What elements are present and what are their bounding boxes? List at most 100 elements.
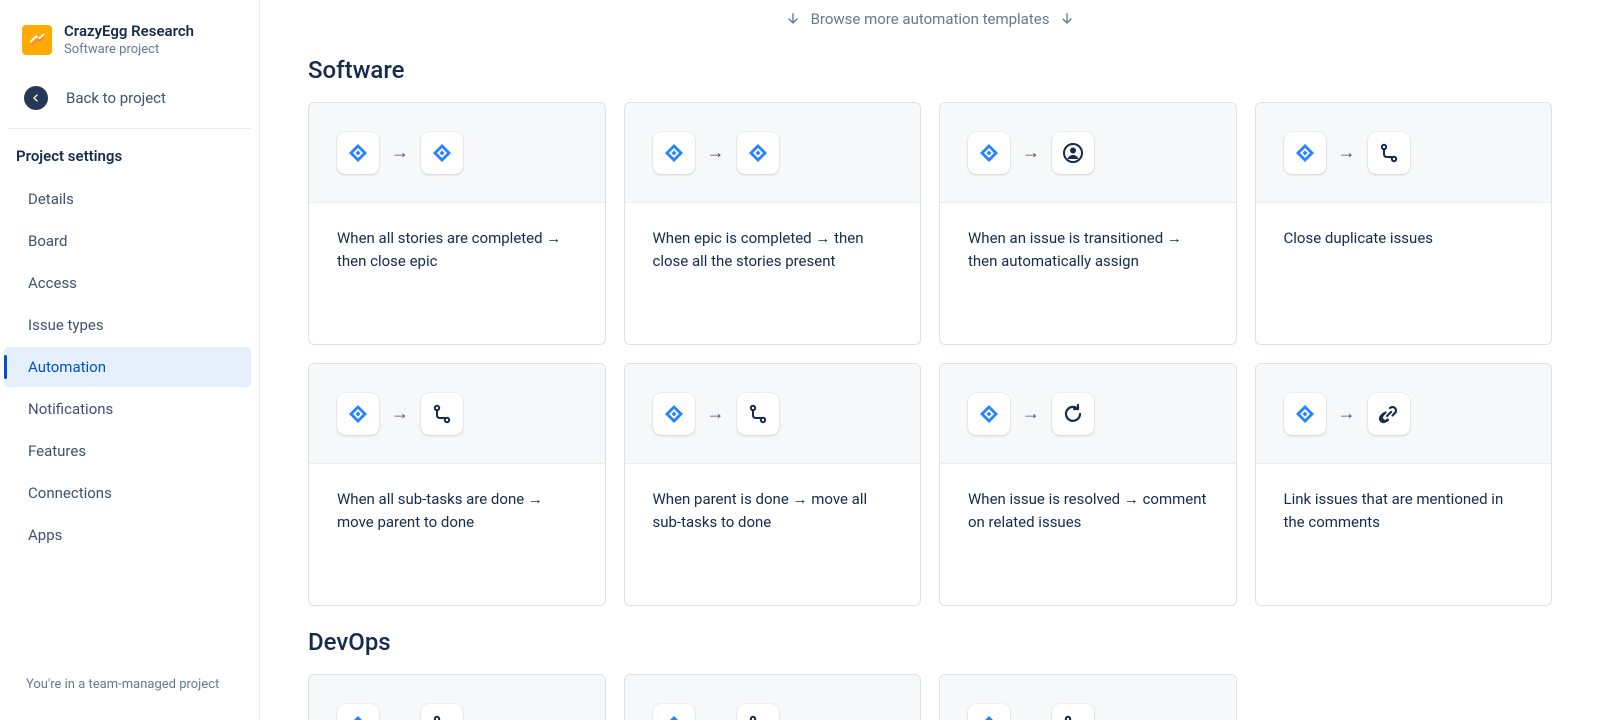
card-icon-header: → xyxy=(940,675,1236,720)
arrow-down-icon xyxy=(1059,11,1075,27)
automation-template-card[interactable]: → When an issue is transitioned → then au… xyxy=(939,102,1237,345)
nav-item-label: Automation xyxy=(28,358,106,376)
diamond-icon xyxy=(1284,393,1326,435)
diamond-icon xyxy=(653,393,695,435)
template-group-title: Software xyxy=(308,56,1552,84)
template-description: When parent is done → move all sub-tasks… xyxy=(625,464,921,557)
branch-icon xyxy=(1368,132,1410,174)
automation-template-card[interactable]: → xyxy=(939,674,1237,720)
diamond-icon xyxy=(337,132,379,174)
person-icon xyxy=(1052,132,1094,174)
nav-item-label: Details xyxy=(28,190,74,208)
branch-icon xyxy=(737,704,779,720)
automation-template-card[interactable]: → When all sub-tasks are done → move pare… xyxy=(308,363,606,606)
template-description: Link issues that are mentioned in the co… xyxy=(1256,464,1552,557)
nav-item-label: Issue types xyxy=(28,316,104,334)
arrow-right-icon: → xyxy=(391,714,409,720)
template-grid: → When all stories are completed → then c… xyxy=(308,102,1552,606)
sidebar: CrazyEgg Research Software project Back … xyxy=(0,0,260,720)
back-to-project-label: Back to project xyxy=(66,89,166,107)
team-managed-note: You're in a team-managed project xyxy=(0,677,259,720)
project-type: Software project xyxy=(64,42,194,58)
diamond-icon xyxy=(653,132,695,174)
project-settings-heading: Project settings xyxy=(0,129,259,175)
nav-item-label: Board xyxy=(28,232,67,250)
branch-icon xyxy=(421,704,463,720)
nav-item-apps[interactable]: Apps xyxy=(4,515,251,555)
template-description: When all sub-tasks are done → move paren… xyxy=(309,464,605,557)
arrow-right-icon: → xyxy=(707,714,725,720)
arrow-right-icon: → xyxy=(391,403,409,424)
nav-item-connections[interactable]: Connections xyxy=(4,473,251,513)
nav-item-label: Connections xyxy=(28,484,112,502)
template-grid: → → → xyxy=(308,674,1552,720)
automation-template-card[interactable]: → When all stories are completed → then c… xyxy=(308,102,606,345)
template-description: Close duplicate issues xyxy=(1256,203,1552,274)
automation-template-card[interactable]: → Close duplicate issues xyxy=(1255,102,1553,345)
diamond-icon xyxy=(337,393,379,435)
arrow-right-icon: → xyxy=(1022,714,1040,720)
diamond-icon xyxy=(968,393,1010,435)
browse-more-templates-link[interactable]: Browse more automation templates xyxy=(308,0,1552,34)
branch-icon xyxy=(1052,704,1094,720)
automation-template-card[interactable]: → Link issues that are mentioned in the c… xyxy=(1255,363,1553,606)
automation-template-card[interactable]: → xyxy=(308,674,606,720)
automation-template-card[interactable]: → xyxy=(624,674,922,720)
automation-template-card[interactable]: → When issue is resolved → comment on rel… xyxy=(939,363,1237,606)
branch-icon xyxy=(421,393,463,435)
back-arrow-icon xyxy=(24,86,48,110)
branch-icon xyxy=(737,393,779,435)
card-icon-header: → xyxy=(1256,364,1552,464)
nav-item-label: Notifications xyxy=(28,400,113,418)
browse-more-label: Browse more automation templates xyxy=(811,10,1050,28)
card-icon-header: → xyxy=(309,103,605,203)
card-icon-header: → xyxy=(309,364,605,464)
card-icon-header: → xyxy=(309,675,605,720)
template-description: When all stories are completed → then cl… xyxy=(309,203,605,296)
diamond-icon xyxy=(968,704,1010,720)
settings-nav: Details Board Access Issue types Automation N… xyxy=(0,175,259,557)
nav-item-label: Features xyxy=(28,442,86,460)
card-icon-header: → xyxy=(1256,103,1552,203)
nav-item-notifications[interactable]: Notifications xyxy=(4,389,251,429)
arrow-right-icon: → xyxy=(1338,403,1356,424)
arrow-right-icon: → xyxy=(391,142,409,163)
diamond-icon xyxy=(968,132,1010,174)
diamond-icon xyxy=(337,704,379,720)
card-icon-header: → xyxy=(625,103,921,203)
diamond-icon xyxy=(737,132,779,174)
arrow-right-icon: → xyxy=(1338,142,1356,163)
arrow-right-icon: → xyxy=(1022,403,1040,424)
nav-item-automation[interactable]: Automation xyxy=(4,347,251,387)
nav-item-details[interactable]: Details xyxy=(4,179,251,219)
arrow-right-icon: → xyxy=(707,403,725,424)
card-icon-header: → xyxy=(625,364,921,464)
arrow-right-icon: → xyxy=(1022,142,1040,163)
nav-item-label: Access xyxy=(28,274,77,292)
link-icon xyxy=(1368,393,1410,435)
refresh-icon xyxy=(1052,393,1094,435)
project-header: CrazyEgg Research Software project xyxy=(0,22,259,76)
automation-template-card[interactable]: → When epic is completed → then close all… xyxy=(624,102,922,345)
diamond-icon xyxy=(421,132,463,174)
template-description: When an issue is transitioned → then aut… xyxy=(940,203,1236,296)
diamond-icon xyxy=(653,704,695,720)
nav-item-access[interactable]: Access xyxy=(4,263,251,303)
arrow-right-icon: → xyxy=(707,142,725,163)
project-avatar-icon xyxy=(22,25,52,55)
card-icon-header: → xyxy=(940,364,1236,464)
automation-template-card[interactable]: → When parent is done → move all sub-task… xyxy=(624,363,922,606)
nav-item-label: Apps xyxy=(28,526,62,544)
template-group-title: DevOps xyxy=(308,628,1552,656)
template-description: When issue is resolved → comment on rela… xyxy=(940,464,1236,557)
card-icon-header: → xyxy=(625,675,921,720)
arrow-down-icon xyxy=(785,11,801,27)
nav-item-issue-types[interactable]: Issue types xyxy=(4,305,251,345)
back-to-project-link[interactable]: Back to project xyxy=(0,76,259,128)
nav-item-board[interactable]: Board xyxy=(4,221,251,261)
nav-item-features[interactable]: Features xyxy=(4,431,251,471)
card-icon-header: → xyxy=(940,103,1236,203)
diamond-icon xyxy=(1284,132,1326,174)
project-name: CrazyEgg Research xyxy=(64,22,194,40)
template-description: When epic is completed → then close all … xyxy=(625,203,921,296)
